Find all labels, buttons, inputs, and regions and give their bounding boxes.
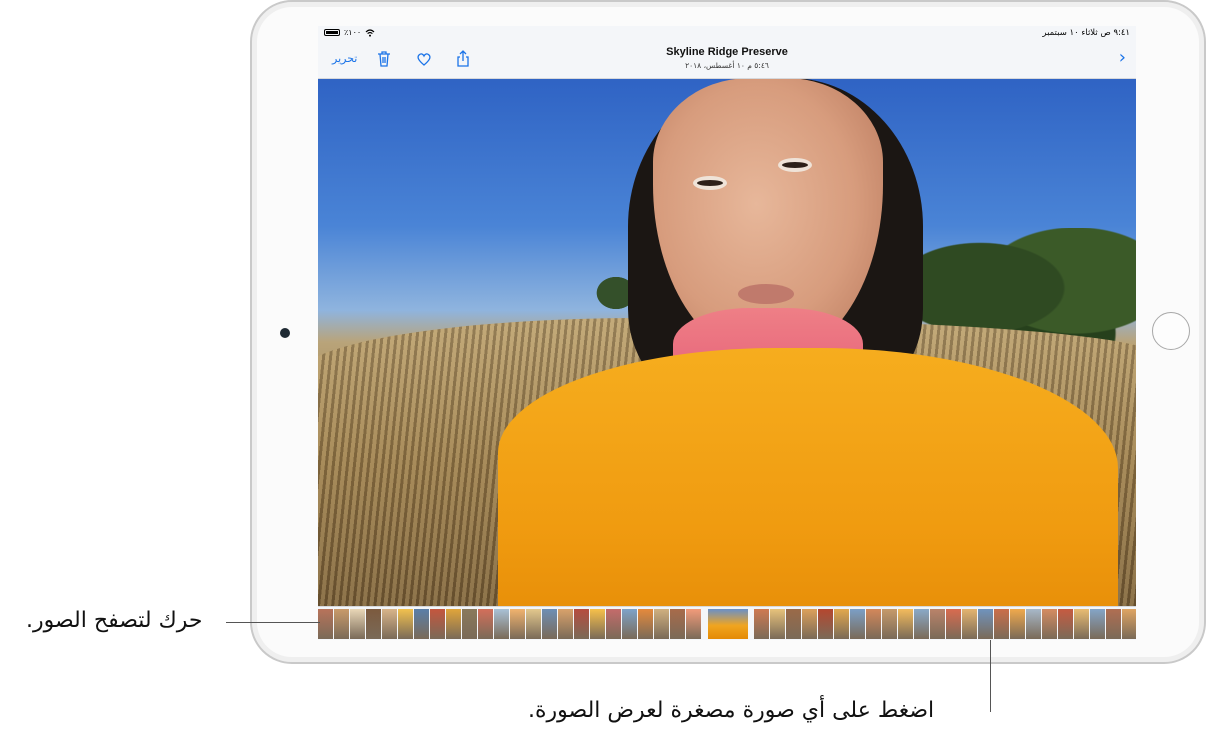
thumbnail-selected[interactable] — [708, 608, 748, 639]
thumbnail[interactable] — [398, 608, 413, 639]
callout-line-tap — [990, 640, 991, 712]
thumbnail[interactable] — [430, 608, 445, 639]
thumbnail[interactable] — [334, 608, 349, 639]
thumbnail[interactable] — [802, 608, 817, 639]
eye — [693, 176, 727, 190]
thumbnail[interactable] — [558, 608, 573, 639]
thumbnail[interactable] — [670, 608, 685, 639]
thumbnail[interactable] — [638, 608, 653, 639]
thumbnail[interactable] — [366, 608, 381, 639]
photo-location-title: Skyline Ridge Preserve — [666, 46, 788, 58]
thumbnail[interactable] — [654, 608, 669, 639]
status-battery: ٪١٠٠ — [324, 28, 375, 37]
thumbnail[interactable] — [446, 608, 461, 639]
thumbnail[interactable] — [1106, 608, 1121, 639]
sweater — [498, 348, 1118, 606]
home-button[interactable] — [1152, 312, 1190, 350]
status-time: ٩:٤١ ص ثلاثاء ١٠ سبتمبر — [1042, 28, 1130, 38]
thumbnail[interactable] — [978, 608, 993, 639]
thumbnail[interactable] — [882, 608, 897, 639]
callout-scroll: حرك لتصفح الصور. — [26, 608, 203, 633]
thumbnail[interactable] — [510, 608, 525, 639]
thumbnail[interactable] — [1010, 608, 1025, 639]
callout-line-scroll — [226, 622, 320, 623]
thumbnail[interactable] — [818, 608, 833, 639]
thumbnail[interactable] — [1042, 608, 1057, 639]
back-chevron-icon[interactable]: › — [1119, 49, 1126, 67]
thumbnail[interactable] — [350, 608, 365, 639]
battery-icon — [324, 29, 340, 36]
thumbnail[interactable] — [914, 608, 929, 639]
thumbnail[interactable] — [462, 608, 477, 639]
thumbnail[interactable] — [318, 608, 333, 639]
eye — [778, 158, 812, 172]
thumbnail[interactable] — [866, 608, 881, 639]
main-photo[interactable] — [318, 78, 1136, 606]
front-camera — [280, 328, 290, 338]
battery-percent: ٪١٠٠ — [344, 28, 362, 37]
thumbnail[interactable] — [686, 608, 701, 639]
thumbnail[interactable] — [382, 608, 397, 639]
thumbnail[interactable] — [786, 608, 801, 639]
status-bar: ٩:٤١ ص ثلاثاء ١٠ سبتمبر ٪١٠٠ — [318, 26, 1136, 40]
thumbnail[interactable] — [754, 608, 769, 639]
thumbnail[interactable] — [946, 608, 961, 639]
photo-date-subtitle: ٥:٤٦ م ١٠ أغسطس، ٢٠١٨ — [685, 61, 769, 70]
thumbnail[interactable] — [526, 608, 541, 639]
thumbnail[interactable] — [1026, 608, 1041, 639]
thumbnail[interactable] — [574, 608, 589, 639]
thumbnail[interactable] — [622, 608, 637, 639]
photo-toolbar: تحرير Skyline Ridge Preserve ٥:٤٦ م ١٠ أ… — [318, 40, 1136, 79]
thumbnail[interactable] — [930, 608, 945, 639]
thumbnail[interactable] — [414, 608, 429, 639]
callout-tap: اضغط على أي صورة مصغرة لعرض الصورة. — [528, 698, 935, 723]
thumbnail-strip[interactable] — [318, 606, 1136, 640]
thumbnail[interactable] — [850, 608, 865, 639]
thumbnail[interactable] — [478, 608, 493, 639]
wifi-icon — [365, 28, 375, 37]
thumbnail[interactable] — [994, 608, 1009, 639]
thumbnail[interactable] — [1074, 608, 1089, 639]
photos-screen: ٩:٤١ ص ثلاثاء ١٠ سبتمبر ٪١٠٠ تحرير Skyli… — [318, 26, 1136, 640]
thumbnail[interactable] — [1090, 608, 1105, 639]
thumbnail[interactable] — [898, 608, 913, 639]
thumbnail[interactable] — [1058, 608, 1073, 639]
thumbnail[interactable] — [494, 608, 509, 639]
thumbnail[interactable] — [542, 608, 557, 639]
thumbnail[interactable] — [962, 608, 977, 639]
lips — [738, 284, 794, 304]
thumbnail[interactable] — [770, 608, 785, 639]
thumbnail[interactable] — [590, 608, 605, 639]
thumbnail[interactable] — [1122, 608, 1136, 639]
thumbnail[interactable] — [606, 608, 621, 639]
thumbnail[interactable] — [834, 608, 849, 639]
